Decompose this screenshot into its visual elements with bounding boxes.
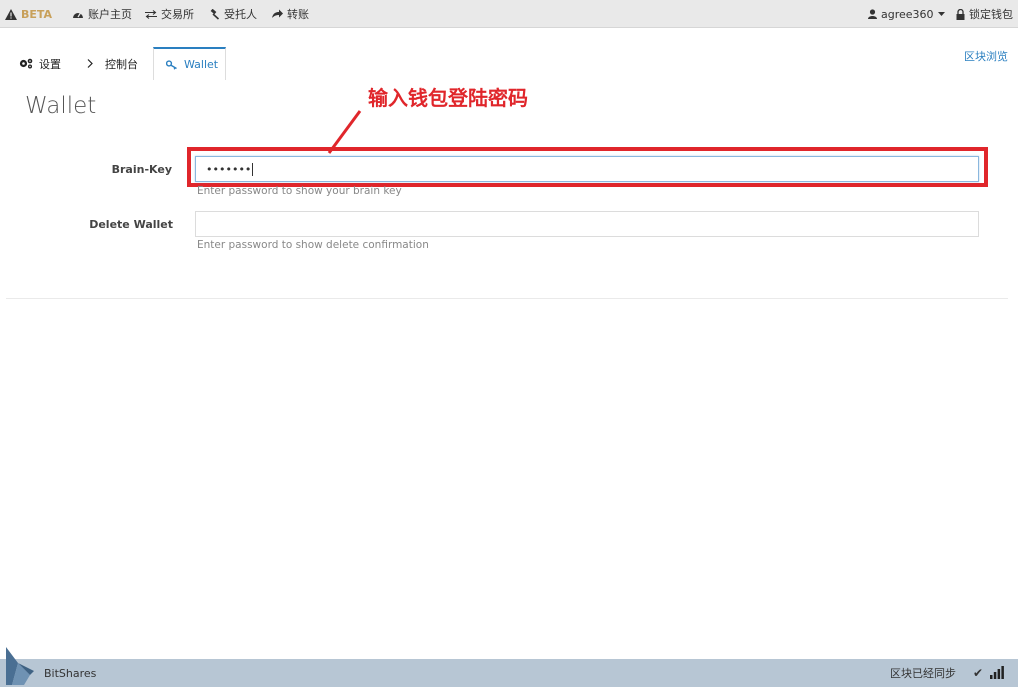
warning-icon bbox=[5, 8, 17, 20]
tab-console[interactable]: 控制台 bbox=[87, 47, 138, 80]
settings-tabs: 设置 控制台 Wallet bbox=[0, 44, 1018, 80]
block-explorer-link[interactable]: 区块浏览 bbox=[964, 48, 1008, 64]
top-nav-bar: BETA 账户主页 交易所 受托人 转账 agree360 锁定钱包 bbox=[0, 0, 1018, 28]
exchange-arrows-icon bbox=[145, 9, 157, 19]
footer-bar: BitShares 区块已经同步 ✔ bbox=[0, 647, 1018, 687]
lock-wallet-label: 锁定钱包 bbox=[969, 8, 1013, 21]
share-arrow-icon bbox=[272, 9, 283, 19]
tab-wallet-label: Wallet bbox=[184, 58, 219, 71]
lock-icon bbox=[956, 8, 965, 20]
signal-bars-icon bbox=[990, 666, 1004, 679]
chevron-right-icon bbox=[87, 59, 93, 68]
beta-label: BETA bbox=[21, 7, 53, 21]
beta-link[interactable]: BETA bbox=[5, 0, 52, 28]
brain-key-value: ••••••• bbox=[206, 162, 252, 176]
nav-delegates-label: 受托人 bbox=[224, 8, 257, 21]
delete-wallet-help: Enter password to show delete confirmati… bbox=[197, 239, 429, 251]
nav-account-home[interactable]: 账户主页 bbox=[72, 0, 132, 28]
nav-account-home-label: 账户主页 bbox=[88, 8, 132, 21]
gavel-icon bbox=[209, 8, 220, 20]
footer-brand: BitShares bbox=[44, 666, 97, 680]
tab-settings[interactable]: 设置 bbox=[19, 47, 61, 80]
lock-wallet-button[interactable]: 锁定钱包 bbox=[956, 0, 1013, 28]
nav-exchange-label: 交易所 bbox=[161, 8, 194, 21]
dashboard-icon bbox=[72, 9, 84, 19]
nav-transfer-label: 转账 bbox=[287, 8, 309, 21]
content-divider bbox=[6, 298, 1008, 299]
delete-wallet-label: Delete Wallet bbox=[89, 218, 173, 231]
tab-console-label: 控制台 bbox=[105, 57, 138, 71]
bitshares-logo-icon bbox=[6, 647, 34, 685]
caret-down-icon bbox=[937, 12, 945, 16]
username-label: agree360 bbox=[881, 7, 934, 21]
brain-key-help: Enter password to show your brain key bbox=[197, 185, 402, 197]
check-icon: ✔ bbox=[972, 666, 983, 680]
annotation-pointer-line bbox=[327, 110, 362, 154]
page-title: Wallet bbox=[25, 93, 97, 119]
delete-wallet-password-input[interactable] bbox=[195, 211, 979, 237]
tab-settings-label: 设置 bbox=[39, 57, 61, 71]
brain-key-label: Brain-Key bbox=[111, 163, 172, 176]
nav-transfer[interactable]: 转账 bbox=[272, 0, 309, 28]
user-icon bbox=[868, 9, 877, 19]
brain-key-password-input[interactable]: ••••••• bbox=[195, 156, 979, 182]
key-icon bbox=[166, 59, 178, 70]
nav-delegates[interactable]: 受托人 bbox=[209, 0, 257, 28]
tab-wallet[interactable]: Wallet bbox=[153, 47, 226, 80]
annotation-text: 输入钱包登陆密码 bbox=[368, 86, 528, 110]
gears-icon bbox=[19, 58, 33, 69]
user-menu[interactable]: agree360 bbox=[868, 0, 945, 28]
sync-status: 区块已经同步 bbox=[890, 667, 956, 680]
nav-exchange[interactable]: 交易所 bbox=[145, 0, 194, 28]
text-caret bbox=[252, 162, 254, 176]
